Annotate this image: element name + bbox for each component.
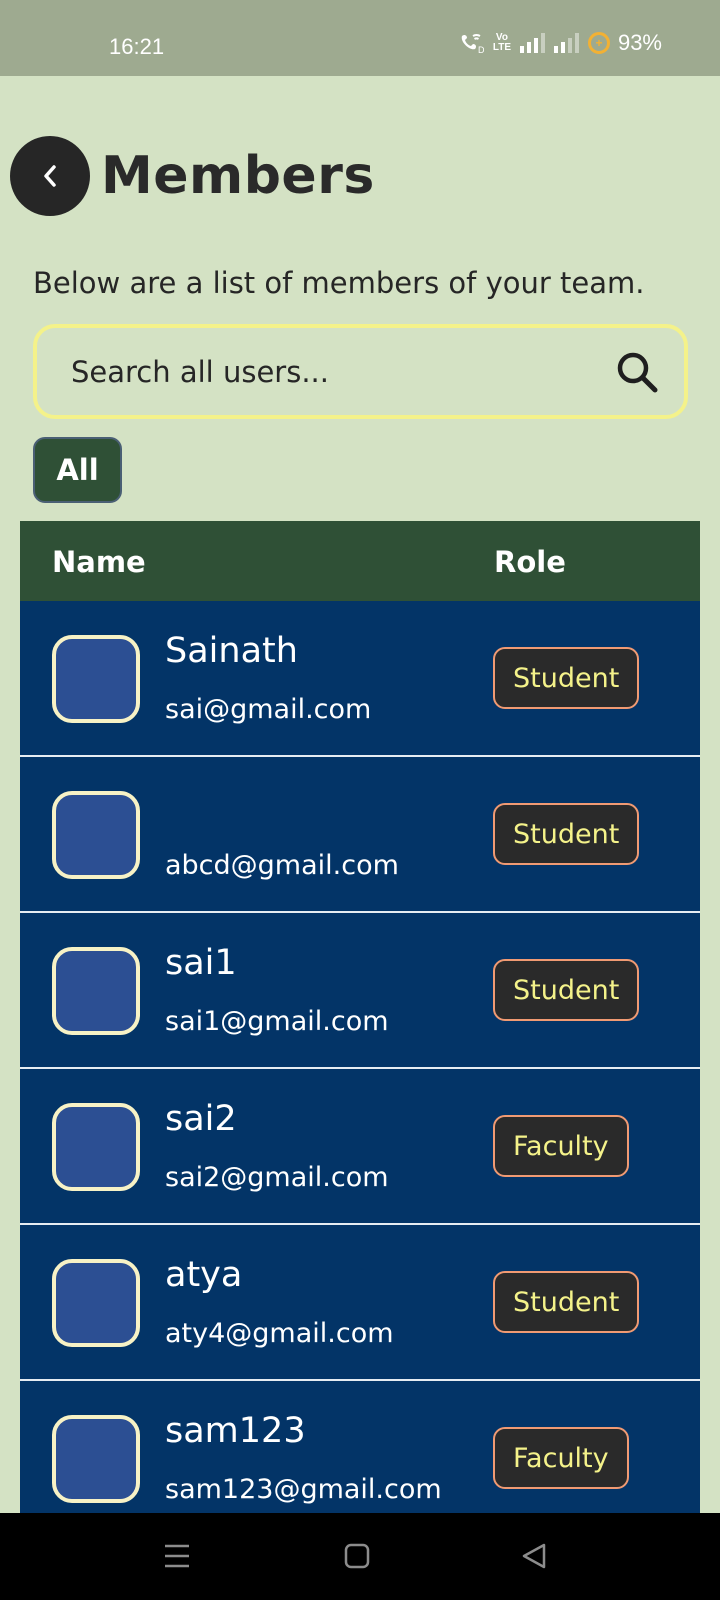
search-box[interactable]	[33, 324, 688, 419]
search-input[interactable]	[71, 328, 591, 415]
status-time: 16:21	[109, 34, 165, 59]
svg-text:D: D	[478, 45, 484, 54]
member-name: Sainath	[165, 631, 298, 671]
role-badge: Student	[493, 803, 640, 865]
menu-icon[interactable]	[163, 1541, 191, 1571]
member-email: sai@gmail.com	[165, 694, 372, 725]
wifi-call-icon: D	[461, 34, 484, 54]
member-name: sam123	[165, 1411, 306, 1451]
signal-icon	[519, 33, 545, 53]
filter-chip-all[interactable]: All	[33, 437, 122, 503]
table-row[interactable]: sam123 sam123@gmail.com Faculty	[20, 1381, 700, 1513]
chevron-left-icon	[44, 165, 56, 187]
member-name: sai2	[165, 1099, 237, 1139]
table-row[interactable]: atya aty4@gmail.com Student	[20, 1225, 700, 1381]
table-row[interactable]: Sainath sai@gmail.com Student	[20, 601, 700, 757]
role-badge: Student	[493, 647, 640, 709]
system-nav-bar	[0, 1513, 720, 1600]
battery-saver-icon: +	[587, 32, 610, 54]
member-name: sai1	[165, 943, 237, 983]
member-email: sai1@gmail.com	[165, 1006, 389, 1037]
battery-level: 93%	[617, 30, 662, 55]
member-email: sam123@gmail.com	[165, 1474, 442, 1505]
row-checkbox[interactable]	[52, 1415, 140, 1503]
status-icons: D Vo LTE + 93%	[458, 30, 662, 56]
table-body: Sainath sai@gmail.com Student abcd@gmail…	[20, 601, 700, 1513]
table-row[interactable]: sai2 sai2@gmail.com Faculty	[20, 1069, 700, 1225]
row-checkbox[interactable]	[52, 947, 140, 1035]
status-bar: 16:21 D Vo LTE + 93%	[0, 0, 720, 76]
member-email: aty4@gmail.com	[165, 1318, 394, 1349]
row-checkbox[interactable]	[52, 1259, 140, 1347]
role-badge: Faculty	[493, 1427, 629, 1489]
table-row[interactable]: abcd@gmail.com Student	[20, 757, 700, 913]
back-icon[interactable]	[520, 1541, 548, 1571]
row-checkbox[interactable]	[52, 791, 140, 879]
search-icon[interactable]	[614, 349, 660, 395]
column-header-name: Name	[52, 545, 146, 579]
members-table: Name Role Sainath sai@gmail.com Student …	[20, 521, 700, 1513]
member-email: abcd@gmail.com	[165, 850, 399, 881]
page-title: Members	[101, 146, 375, 206]
row-checkbox[interactable]	[52, 1103, 140, 1191]
member-name: atya	[165, 1255, 243, 1295]
signal-icon	[553, 33, 579, 53]
page-subtitle: Below are a list of members of your team…	[33, 266, 645, 300]
volte-icon: Vo LTE	[492, 32, 512, 53]
role-badge: Faculty	[493, 1115, 629, 1177]
member-email: sai2@gmail.com	[165, 1162, 389, 1193]
role-badge: Student	[493, 1271, 640, 1333]
table-row[interactable]: sai1 sai1@gmail.com Student	[20, 913, 700, 1069]
back-button[interactable]	[10, 136, 90, 216]
role-badge: Student	[493, 959, 640, 1021]
home-icon[interactable]	[343, 1541, 371, 1571]
row-checkbox[interactable]	[52, 635, 140, 723]
table-header: Name Role	[20, 521, 700, 601]
column-header-role: Role	[494, 545, 566, 579]
